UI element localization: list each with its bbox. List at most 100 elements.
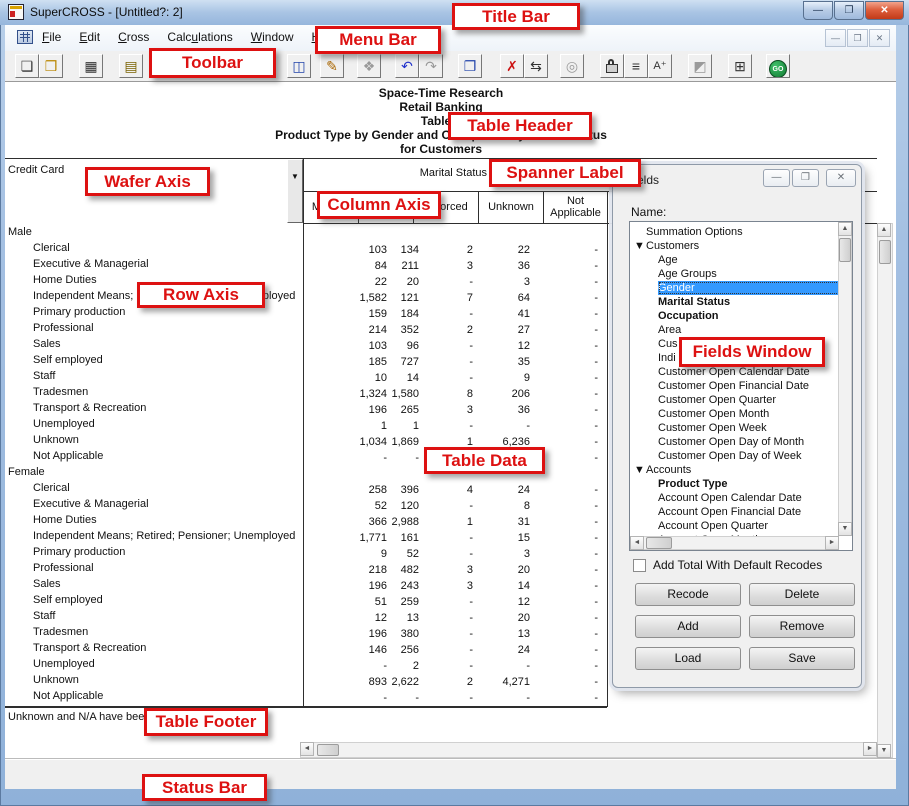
table-cell[interactable]: 20 [476, 610, 533, 626]
table-cell[interactable]: 3 [422, 578, 476, 594]
row-label[interactable]: Staff [33, 370, 55, 382]
table-cell[interactable]: 2 [422, 242, 476, 258]
table-cell[interactable]: - [533, 546, 601, 562]
table-cell[interactable]: 10 [303, 370, 390, 386]
table-cell[interactable]: - [533, 642, 601, 658]
table-cell[interactable]: 2,988 [390, 514, 422, 530]
table-cell[interactable]: 20 [390, 274, 422, 290]
table-cell[interactable]: 12 [476, 338, 533, 354]
column-header[interactable]: Unknown [478, 191, 543, 223]
table-cell[interactable]: - [390, 690, 422, 706]
row-label[interactable]: Unknown [33, 674, 79, 686]
table-cell[interactable]: 27 [476, 322, 533, 338]
wafer-dropdown-button[interactable]: ▼ [287, 159, 303, 223]
table-cell[interactable]: 12 [476, 594, 533, 610]
table-cell[interactable]: 211 [390, 258, 422, 274]
fields-list-vscrollbar[interactable]: ▲ ▼ [838, 222, 852, 536]
table-vscrollbar[interactable]: ▲▼ [877, 223, 893, 758]
table-cell[interactable]: 352 [390, 322, 422, 338]
table-cell[interactable]: 2 [390, 658, 422, 674]
row-label[interactable]: Unemployed [33, 658, 95, 670]
table-cell[interactable]: 256 [390, 642, 422, 658]
row-label[interactable]: Primary production [33, 546, 125, 558]
row-label[interactable]: Transport & Recreation [33, 642, 146, 654]
scroll-up-icon[interactable]: ▲ [838, 222, 852, 236]
table-cell[interactable]: 146 [303, 642, 390, 658]
table-cell[interactable]: 1,324 [303, 386, 390, 402]
table-cell[interactable]: - [533, 578, 601, 594]
table-cell[interactable]: - [422, 546, 476, 562]
table-cell[interactable]: 96 [390, 338, 422, 354]
load-button[interactable]: Load [635, 647, 741, 670]
table-cell[interactable]: - [422, 354, 476, 370]
table-cell[interactable]: 36 [476, 258, 533, 274]
table-cell[interactable]: - [476, 658, 533, 674]
field-item-account-open-financial-date[interactable]: Account Open Financial Date [658, 505, 850, 519]
field-item-account-open-calendar-date[interactable]: Account Open Calendar Date [658, 491, 850, 505]
field-item-area[interactable]: Area [658, 323, 850, 337]
table-cell[interactable]: - [303, 658, 390, 674]
table-cell[interactable]: - [533, 658, 601, 674]
table-cell[interactable]: 84 [303, 258, 390, 274]
table-cell[interactable]: - [533, 402, 601, 418]
expander-icon[interactable]: ▼ [634, 463, 826, 477]
table-cell[interactable]: 22 [476, 242, 533, 258]
row-group-label[interactable]: Male [8, 226, 32, 238]
field-item-occupation[interactable]: Occupation [658, 309, 850, 323]
scroll-down-icon[interactable]: ▼ [838, 522, 852, 536]
table-cell[interactable]: 2,622 [390, 674, 422, 690]
table-cell[interactable]: - [533, 674, 601, 690]
table-hscrollbar[interactable]: ◄► [300, 742, 877, 758]
table-cell[interactable]: 259 [390, 594, 422, 610]
remove-button[interactable]: Remove [749, 615, 855, 638]
table-cell[interactable]: 4,271 [476, 674, 533, 690]
field-item-product-type[interactable]: Product Type [658, 477, 850, 491]
table-cell[interactable]: 2 [422, 674, 476, 690]
scroll-up-icon[interactable]: ▲ [877, 223, 891, 237]
fields-list[interactable]: Summation OptionsCustomers▼AgeAge Groups… [629, 221, 853, 551]
expander-icon[interactable]: ▼ [634, 239, 826, 253]
table-cell[interactable]: 185 [303, 354, 390, 370]
table-cell[interactable]: - [533, 338, 601, 354]
table-cell[interactable]: 4 [422, 482, 476, 498]
row-label[interactable]: Staff [33, 610, 55, 622]
table-cell[interactable]: 12 [303, 610, 390, 626]
table-cell[interactable]: - [533, 370, 601, 386]
table-cell[interactable]: - [533, 386, 601, 402]
table-cell[interactable]: 22 [303, 274, 390, 290]
table-cell[interactable]: 2 [422, 322, 476, 338]
table-cell[interactable]: 1,869 [390, 434, 422, 450]
table-cell[interactable]: 24 [476, 482, 533, 498]
table-cell[interactable]: 161 [390, 530, 422, 546]
scroll-down-icon[interactable]: ▼ [877, 744, 891, 758]
row-group-label[interactable]: Female [8, 466, 45, 478]
field-item-customer-open-financial-date[interactable]: Customer Open Financial Date [658, 379, 850, 393]
fields-minimize-icon[interactable]: — [763, 169, 790, 187]
fields-close-icon[interactable]: ✕ [826, 169, 856, 187]
table-cell[interactable]: - [422, 626, 476, 642]
table-cell[interactable]: 184 [390, 306, 422, 322]
table-cell[interactable]: 14 [476, 578, 533, 594]
table-cell[interactable]: - [476, 690, 533, 706]
table-cell[interactable]: - [533, 322, 601, 338]
table-cell[interactable]: 52 [303, 498, 390, 514]
scroll-left-icon[interactable]: ◄ [630, 536, 644, 550]
table-cell[interactable]: - [533, 562, 601, 578]
table-cell[interactable]: 8 [476, 498, 533, 514]
table-cell[interactable]: 258 [303, 482, 390, 498]
table-cell[interactable]: - [533, 306, 601, 322]
table-cell[interactable]: - [533, 242, 601, 258]
table-cell[interactable]: - [422, 594, 476, 610]
field-item-age-groups[interactable]: Age Groups [658, 267, 850, 281]
table-cell[interactable]: - [422, 338, 476, 354]
table-cell[interactable]: 1 [390, 418, 422, 434]
table-cell[interactable]: 15 [476, 530, 533, 546]
table-cell[interactable]: 121 [390, 290, 422, 306]
table-cell[interactable]: 7 [422, 290, 476, 306]
row-label[interactable]: Self employed [33, 354, 103, 366]
row-label[interactable]: Unemployed [33, 418, 95, 430]
table-cell[interactable]: - [422, 690, 476, 706]
table-cell[interactable]: - [303, 450, 390, 466]
table-cell[interactable]: 103 [303, 338, 390, 354]
table-cell[interactable]: 3 [422, 402, 476, 418]
